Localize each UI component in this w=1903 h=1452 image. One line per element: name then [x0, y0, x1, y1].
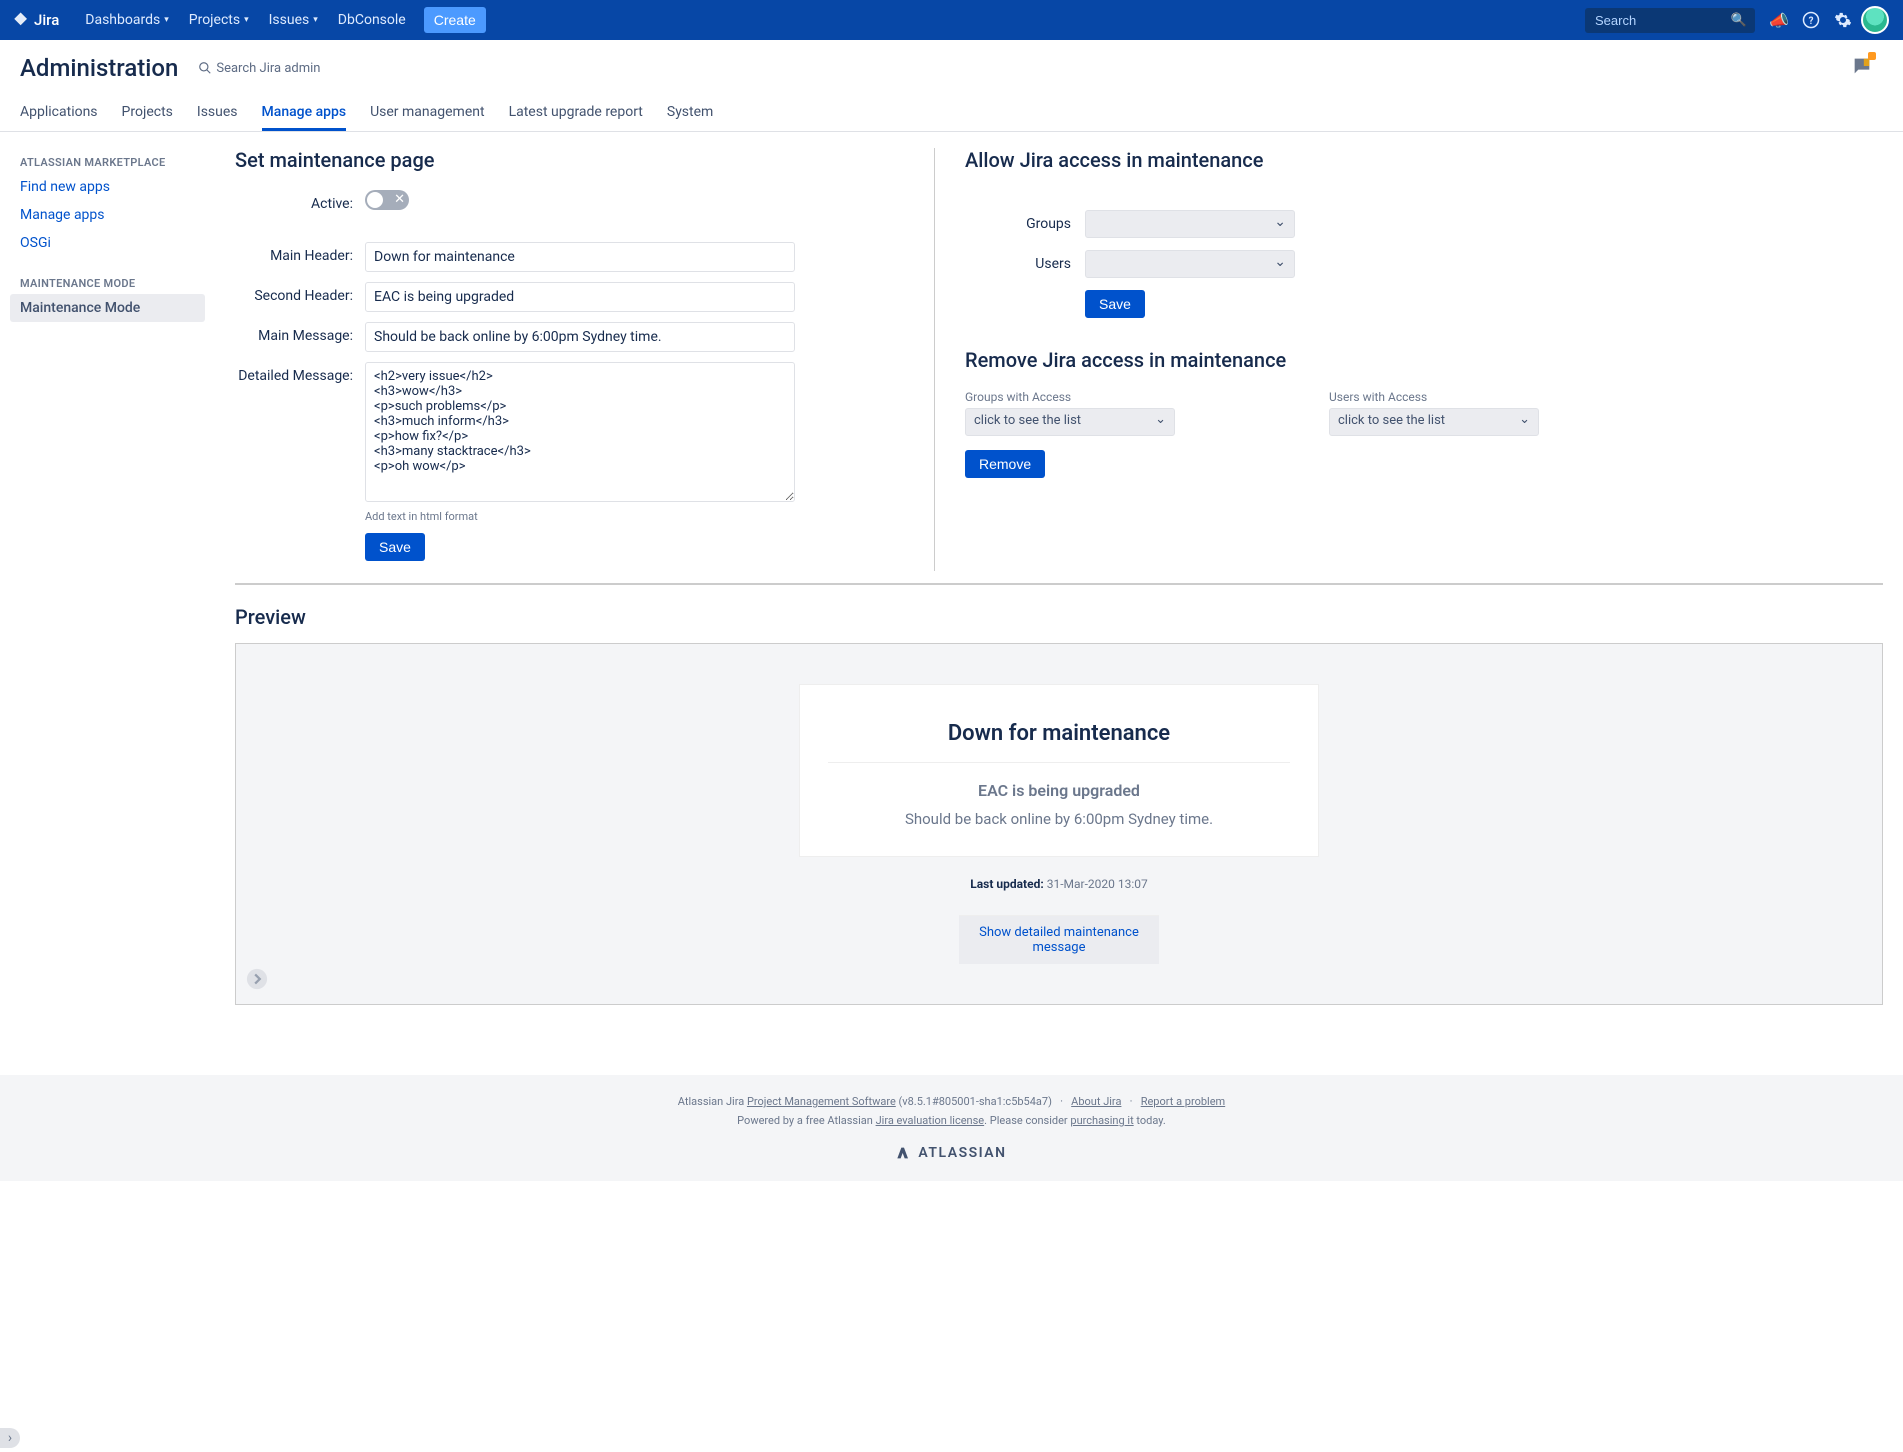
top-navigation: Jira Dashboards▾ Projects▾ Issues▾ DbCon…	[0, 0, 1903, 40]
remove-groups-label: Groups with Access	[965, 390, 1175, 404]
main-header-label: Main Header:	[235, 242, 365, 264]
remove-users-label: Users with Access	[1329, 390, 1539, 404]
help-icon[interactable]: ?	[1795, 4, 1827, 36]
toggle-knob	[367, 192, 383, 208]
jira-logo[interactable]: Jira	[12, 11, 59, 29]
logo-text: Jira	[34, 11, 59, 29]
announcement-icon[interactable]: 📣	[1763, 4, 1795, 36]
chevron-down-icon: ▾	[313, 15, 318, 25]
set-maintenance-heading: Set maintenance page	[235, 148, 904, 172]
global-search-input[interactable]	[1585, 8, 1755, 33]
preview-message: Should be back online by 6:00pm Sydney t…	[828, 810, 1290, 828]
remove-access-heading: Remove Jira access in maintenance	[965, 348, 1883, 372]
settings-icon[interactable]	[1827, 4, 1859, 36]
sidebar-osgi[interactable]: OSGi	[10, 229, 205, 257]
preview-subtitle: EAC is being upgraded	[828, 781, 1290, 800]
atlassian-icon	[896, 1145, 912, 1161]
active-label: Active:	[235, 190, 365, 212]
chevron-down-icon: ▾	[164, 15, 169, 25]
admin-header: Administration Search Jira admin	[0, 40, 1903, 82]
search-icon: 🔍	[1731, 13, 1747, 28]
save-allow-button[interactable]: Save	[1085, 290, 1145, 318]
bottom-expand-icon[interactable]: ›	[0, 1428, 20, 1448]
show-detailed-message-button[interactable]: Show detailed maintenance message	[959, 915, 1159, 964]
preview-card: Down for maintenance EAC is being upgrad…	[799, 684, 1319, 857]
search-icon	[198, 61, 212, 75]
footer-report-link[interactable]: Report a problem	[1141, 1095, 1226, 1108]
allow-groups-label: Groups	[965, 216, 1085, 232]
main-message-label: Main Message:	[235, 322, 365, 344]
detailed-message-label: Detailed Message:	[235, 362, 365, 384]
remove-button[interactable]: Remove	[965, 450, 1045, 478]
nav-issues[interactable]: Issues▾	[259, 0, 328, 40]
allow-users-label: Users	[965, 256, 1085, 272]
second-header-label: Second Header:	[235, 282, 365, 304]
chevron-down-icon: ▾	[244, 15, 249, 25]
sidebar-manage-apps[interactable]: Manage apps	[10, 201, 205, 229]
jira-icon	[12, 11, 30, 29]
atlassian-brand: ATLASSIAN	[20, 1145, 1883, 1161]
remove-users-select[interactable]: click to see the list	[1329, 408, 1539, 436]
user-avatar[interactable]	[1859, 4, 1891, 36]
page-title: Administration	[20, 54, 178, 82]
notification-badge	[1868, 52, 1876, 60]
admin-tabs: Applications Projects Issues Manage apps…	[0, 96, 1903, 132]
svg-text:?: ?	[1809, 16, 1814, 27]
sidebar-section-maintenance: MAINTENANCE MODE	[10, 269, 205, 294]
active-toggle[interactable]: ✕	[365, 190, 409, 210]
preview-heading: Preview	[235, 605, 1883, 629]
tab-issues[interactable]: Issues	[197, 96, 238, 131]
tab-user-management[interactable]: User management	[370, 96, 484, 131]
toggle-off-icon: ✕	[394, 191, 405, 209]
tab-upgrade-report[interactable]: Latest upgrade report	[509, 96, 643, 131]
footer: Atlassian Jira Project Management Softwa…	[0, 1075, 1903, 1181]
footer-about-link[interactable]: About Jira	[1071, 1095, 1121, 1108]
preview-title: Down for maintenance	[828, 721, 1290, 763]
main-message-input[interactable]	[365, 322, 795, 352]
sidebar-section-marketplace: ATLASSIAN MARKETPLACE	[10, 148, 205, 173]
nav-projects[interactable]: Projects▾	[179, 0, 259, 40]
allow-groups-select[interactable]	[1085, 210, 1295, 238]
footer-pm-link[interactable]: Project Management Software	[747, 1095, 896, 1108]
detailed-message-textarea[interactable]	[365, 362, 795, 502]
sidebar-find-new-apps[interactable]: Find new apps	[10, 173, 205, 201]
tab-projects[interactable]: Projects	[122, 96, 173, 131]
main-header-input[interactable]	[365, 242, 795, 272]
allow-access-heading: Allow Jira access in maintenance	[965, 148, 1883, 172]
sidebar-maintenance-mode[interactable]: Maintenance Mode	[10, 294, 205, 322]
footer-purchase-link[interactable]: purchasing it	[1070, 1114, 1133, 1127]
feedback-icon[interactable]	[1851, 55, 1873, 81]
nav-dbconsole[interactable]: DbConsole	[328, 0, 416, 40]
second-header-input[interactable]	[365, 282, 795, 312]
preview-last-updated: Last updated: 31-Mar-2020 13:07	[256, 877, 1862, 891]
allow-users-select[interactable]	[1085, 250, 1295, 278]
sidebar: ATLASSIAN MARKETPLACE Find new apps Mana…	[0, 132, 215, 1045]
tab-system[interactable]: System	[667, 96, 713, 131]
expand-arrow-icon[interactable]	[246, 968, 268, 990]
admin-search-placeholder: Search Jira admin	[216, 61, 320, 76]
footer-eval-link[interactable]: Jira evaluation license	[876, 1114, 985, 1127]
preview-box: Down for maintenance EAC is being upgrad…	[235, 643, 1883, 1005]
remove-groups-select[interactable]: click to see the list	[965, 408, 1175, 436]
admin-search[interactable]: Search Jira admin	[198, 61, 320, 76]
tab-applications[interactable]: Applications	[20, 96, 98, 131]
tab-manage-apps[interactable]: Manage apps	[262, 96, 347, 131]
create-button[interactable]: Create	[424, 7, 486, 33]
detailed-help-text: Add text in html format	[365, 510, 904, 523]
nav-dashboards[interactable]: Dashboards▾	[75, 0, 178, 40]
save-maintenance-button[interactable]: Save	[365, 533, 425, 561]
